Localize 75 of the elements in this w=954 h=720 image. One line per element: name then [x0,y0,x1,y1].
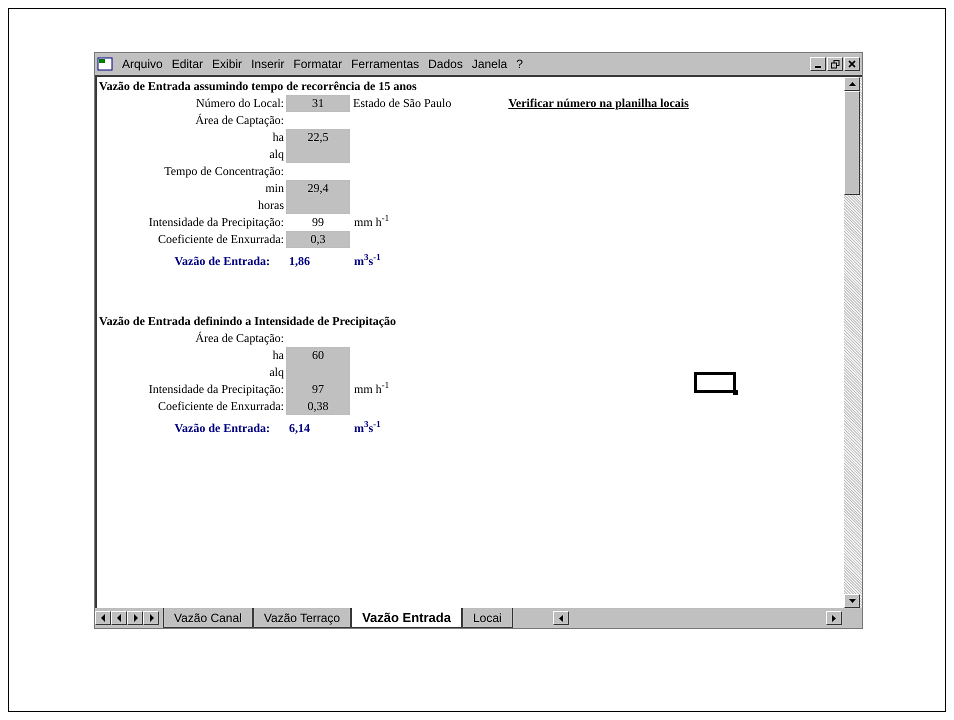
horizontal-scrollbar[interactable] [553,610,842,626]
minimize-button[interactable] [810,57,826,71]
tab-scroll-button[interactable] [143,611,159,625]
menu-item[interactable]: Dados [428,55,463,73]
up-arrow-icon [848,82,856,86]
field-label: Número do Local: [196,95,284,112]
sheet-link[interactable]: Verificar número na planilha locais [508,95,689,112]
field-label: Área de Captação: [195,112,284,129]
field-label: alq [269,364,284,381]
scroll-left-button[interactable] [553,611,569,625]
down-arrow-icon [848,599,856,603]
close-button[interactable] [844,57,860,71]
result-value: 6,14 [288,420,311,437]
menu-item[interactable]: Editar [172,55,204,73]
scroll-down-button[interactable] [844,594,860,608]
section-title: Vazão de Entrada definindo a Intensidade de Precipitação [99,313,398,330]
left-arrow-icon [559,614,563,622]
field-label: horas [258,197,284,214]
unit-label: mm h$^{-1}$ [354,381,390,398]
menu-item[interactable]: Inserir [251,55,284,73]
value-cell[interactable] [286,146,350,163]
scroll-thumb[interactable] [844,91,860,195]
sheet-tab[interactable]: Vazão Entrada [351,608,462,628]
field-label: ha [272,347,284,364]
value-cell[interactable]: 99 [286,214,350,231]
field-label: alq [269,146,284,163]
restore-icon [830,60,840,68]
state-label: Estado de São Paulo [353,95,452,112]
sheet-tab[interactable]: Vazão Terraço [252,608,352,628]
value-cell[interactable] [286,197,350,214]
value-cell[interactable]: 0,38 [286,398,350,415]
result-value: 1,86 [288,253,311,270]
tab-scroll-button[interactable] [95,611,111,625]
menu-item[interactable]: Formatar [293,55,342,73]
unit-label: mm h$^{-1}$ [354,214,390,231]
value-cell[interactable]: 60 [286,347,350,364]
sheet-tab[interactable]: Locai [462,608,513,628]
left-arrow-icon [116,614,122,622]
field-label: Intensidade da Precipitação: [148,214,284,231]
tab-scroll-button[interactable] [127,611,143,625]
scroll-right-button[interactable] [826,611,842,625]
field-label: Intensidade da Precipitação: [148,381,284,398]
menu-item[interactable]: Ferramentas [351,55,420,73]
vertical-scrollbar[interactable] [844,75,862,608]
menu-item[interactable]: ? [516,55,523,73]
result-label: Vazão de Entrada: [174,253,271,270]
value-cell[interactable]: 29,4 [286,180,350,197]
result-label: Vazão de Entrada: [174,420,271,437]
right-arrow-icon [148,614,154,622]
value-cell[interactable]: 0,3 [286,231,350,248]
tab-scroll-button[interactable] [111,611,127,625]
close-icon [848,60,856,68]
field-label: Tempo de Concentração: [164,163,284,180]
field-label: Coeficiente de Enxurrada: [158,398,284,415]
unit-label: m$^{3}$s$^{-1}$ [354,420,381,437]
field-label: Área de Captação: [195,330,284,347]
value-cell[interactable]: 31 [286,95,350,112]
menu-item[interactable]: Arquivo [122,55,163,73]
section-title: Vazão de Entrada assumindo tempo de recorrência de 15 anos [99,78,418,95]
field-label: Coeficiente de Enxurrada: [158,231,284,248]
restore-button[interactable] [827,57,843,71]
right-arrow-icon [832,614,836,622]
field-label: min [265,180,284,197]
value-cell[interactable]: 97 [286,381,350,398]
value-cell[interactable]: 22,5 [286,129,350,146]
left-arrow-icon [100,614,106,622]
scroll-up-button[interactable] [844,77,860,91]
field-label: ha [272,129,284,146]
menu-item[interactable]: Janela [472,55,508,73]
sheet-tab[interactable]: Vazão Canal [163,608,253,628]
menu-item[interactable]: Exibir [212,55,242,73]
cell-selection [694,372,736,393]
right-arrow-icon [132,614,138,622]
unit-label: m$^{3}$s$^{-1}$ [354,253,381,270]
sheet-icon[interactable] [97,57,113,71]
